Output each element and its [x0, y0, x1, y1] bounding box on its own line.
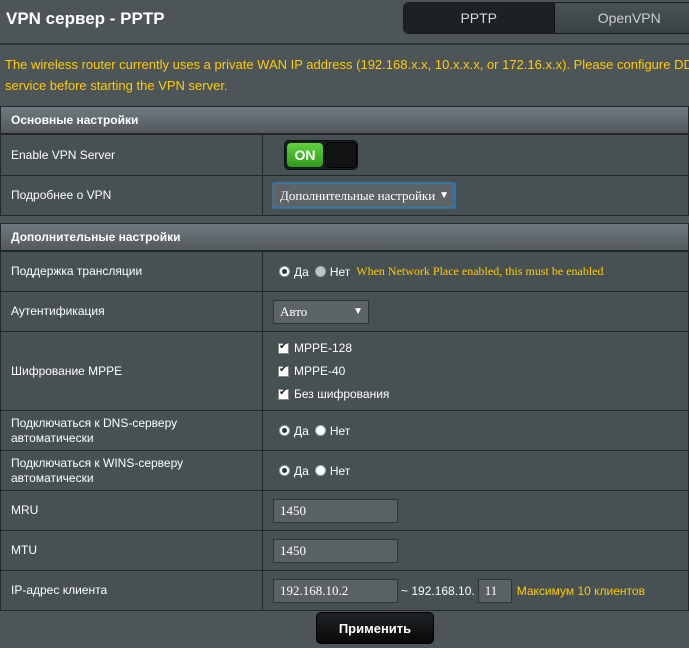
mppe-40-label: MPPE-40 [294, 364, 346, 378]
mppe-row: Шифрование MPPE MPPE-128 MPPE-40 Без шиф… [1, 331, 688, 410]
mtu-label: MTU [1, 531, 263, 570]
dns-yes-radio[interactable] [279, 425, 290, 436]
mru-row: MRU 1450 [1, 490, 688, 530]
enable-vpn-toggle[interactable]: ON [284, 140, 358, 170]
dns-label-line-1: Подключаться к DNS-серверу [11, 415, 178, 430]
mppe-128-option[interactable]: MPPE-128 [278, 337, 352, 360]
more-vpn-label: Подробнее о VPN [1, 176, 263, 215]
wins-yes-label: Да [294, 463, 309, 478]
wins-no-label: Нет [329, 463, 351, 478]
broadcast-no-label: Нет [329, 264, 351, 279]
ddns-notice: The wireless router currently uses a pri… [5, 54, 689, 96]
dns-no-radio[interactable] [314, 425, 326, 436]
mru-input[interactable]: 1450 [273, 498, 398, 523]
broadcast-row: Поддержка трансляции Да Нет When Network… [1, 251, 688, 291]
protocol-tabs: PPTP OpenVPN [403, 2, 689, 34]
basic-settings-section: Основные настройки Enable VPN Server ON … [0, 106, 689, 216]
mppe-128-checkbox[interactable] [278, 341, 289, 354]
mru-label: MRU [1, 491, 263, 530]
wins-yes-radio[interactable] [279, 465, 290, 476]
dns-yes-label: Да [294, 423, 309, 438]
client-ip-end-input[interactable]: 11 [477, 578, 512, 603]
broadcast-yes-label: Да [294, 264, 309, 279]
wins-row: Подключаться к WINS-серверу автоматическ… [1, 450, 688, 490]
broadcast-yes-radio[interactable] [279, 266, 290, 277]
client-ip-separator: ~ 192.168.10. [401, 583, 475, 598]
dns-label-line-2: автоматически [11, 430, 94, 445]
enable-vpn-row: Enable VPN Server ON [1, 134, 688, 175]
auth-select[interactable]: Авто ▼ [273, 299, 369, 324]
more-vpn-select[interactable]: Дополнительные настройки ▼ [273, 183, 455, 208]
auth-label: Аутентификация [1, 292, 263, 331]
client-ip-label: IP-адрес клиента [1, 571, 263, 610]
toggle-on-label: ON [287, 143, 323, 167]
client-ip-start-value: 192.168.10.2 [280, 582, 349, 598]
tab-openvpn[interactable]: OpenVPN [554, 3, 689, 33]
client-ip-end-value: 11 [484, 582, 498, 598]
apply-button[interactable]: Применить [316, 612, 434, 644]
page-title: VPN сервер - PPTP [6, 9, 165, 28]
client-ip-row: IP-адрес клиента 192.168.10.2 ~ 192.168.… [1, 570, 688, 610]
chevron-down-icon: ▼ [353, 306, 363, 317]
client-ip-start-input[interactable]: 192.168.10.2 [273, 578, 398, 603]
broadcast-no-radio[interactable] [314, 266, 326, 277]
chevron-down-icon: ▼ [439, 190, 449, 201]
notice-line-1: The wireless router currently uses a pri… [5, 57, 689, 72]
mppe-label: Шифрование MPPE [1, 332, 263, 410]
no-encryption-label: Без шифрования [294, 387, 390, 401]
dns-no-label: Нет [329, 423, 351, 438]
no-encryption-checkbox[interactable] [278, 387, 289, 400]
no-encryption-option[interactable]: Без шифрования [278, 383, 389, 406]
advanced-settings-section: Дополнительные настройки Поддержка транс… [0, 223, 689, 611]
wins-no-radio[interactable] [314, 465, 326, 476]
auth-select-value: Авто [280, 303, 308, 319]
broadcast-hint: When Network Place enabled, this must be… [356, 264, 604, 278]
wins-label: Подключаться к WINS-серверу автоматическ… [1, 451, 263, 490]
mru-value: 1450 [280, 502, 306, 518]
wins-label-line-1: Подключаться к WINS-серверу [11, 455, 184, 470]
mtu-input[interactable]: 1450 [273, 538, 398, 563]
mppe-40-option[interactable]: MPPE-40 [278, 360, 345, 383]
wins-label-line-2: автоматически [11, 470, 94, 485]
broadcast-label: Поддержка трансляции [1, 252, 263, 291]
client-ip-max-hint: Максимум 10 клиентов [516, 583, 645, 598]
enable-vpn-label: Enable VPN Server [1, 135, 263, 175]
notice-line-2: service before starting the VPN server. [5, 78, 228, 93]
toggle-knob [325, 142, 357, 168]
header-divider [0, 43, 689, 45]
basic-settings-heading: Основные настройки [1, 107, 688, 134]
mtu-row: MTU 1450 [1, 530, 688, 570]
more-vpn-row: Подробнее о VPN Дополнительные настройки… [1, 175, 688, 215]
dns-row: Подключаться к DNS-серверу автоматически… [1, 410, 688, 450]
more-vpn-select-value: Дополнительные настройки [280, 187, 436, 203]
mtu-value: 1450 [280, 542, 306, 558]
auth-row: Аутентификация Авто ▼ [1, 291, 688, 331]
mppe-40-checkbox[interactable] [278, 364, 289, 377]
dns-label: Подключаться к DNS-серверу автоматически [1, 411, 263, 450]
mppe-128-label: MPPE-128 [294, 341, 353, 355]
tab-pptp[interactable]: PPTP [404, 3, 555, 33]
advanced-settings-heading: Дополнительные настройки [1, 224, 688, 251]
